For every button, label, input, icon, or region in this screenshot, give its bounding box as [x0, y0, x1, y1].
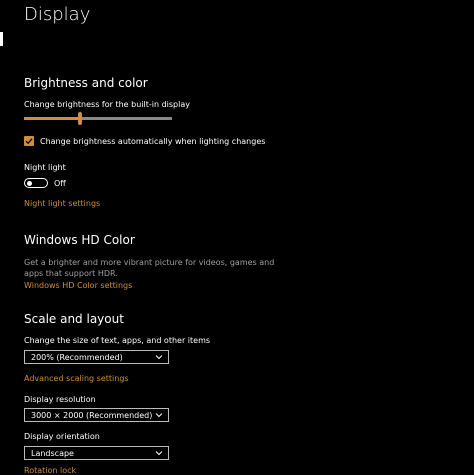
chevron-down-icon [155, 451, 163, 456]
hd-color-description: Get a brighter and more vibrant picture … [24, 258, 275, 278]
size-label: Change the size of text, apps, and other… [24, 336, 211, 345]
orientation-dropdown[interactable]: Landscape [24, 446, 169, 460]
brightness-heading: Brightness and color [24, 76, 148, 90]
resolution-label: Display resolution [24, 395, 96, 404]
auto-brightness-label[interactable]: Change brightness automatically when lig… [40, 137, 265, 146]
chevron-down-icon [155, 413, 163, 418]
check-icon [25, 138, 33, 145]
night-light-toggle-knob [27, 180, 32, 186]
size-dropdown[interactable]: 200% (Recommended) [24, 350, 169, 364]
advanced-scaling-link[interactable]: Advanced scaling settings [24, 374, 129, 383]
night-light-label: Night light [24, 163, 66, 172]
auto-brightness-checkbox[interactable] [24, 136, 34, 146]
page-title: Display [24, 4, 91, 25]
brightness-slider-thumb[interactable] [78, 112, 83, 125]
chevron-down-icon [155, 355, 163, 360]
brightness-slider-label: Change brightness for the built-in displ… [24, 100, 190, 109]
brightness-slider-fill [24, 117, 81, 120]
resolution-dropdown-value: 3000 × 2000 (Recommended) [31, 411, 153, 420]
nav-selection-indicator [0, 32, 3, 46]
scale-heading: Scale and layout [24, 312, 124, 326]
night-light-settings-link[interactable]: Night light settings [24, 199, 100, 208]
size-dropdown-value: 200% (Recommended) [31, 353, 123, 362]
night-light-state: Off [54, 179, 66, 188]
brightness-slider[interactable] [24, 112, 172, 125]
orientation-label: Display orientation [24, 432, 100, 441]
resolution-dropdown[interactable]: 3000 × 2000 (Recommended) [24, 408, 169, 422]
orientation-dropdown-value: Landscape [31, 449, 74, 458]
hd-color-heading: Windows HD Color [24, 233, 135, 247]
hd-color-settings-link[interactable]: Windows HD Color settings [24, 281, 132, 290]
night-light-toggle[interactable] [24, 178, 48, 188]
